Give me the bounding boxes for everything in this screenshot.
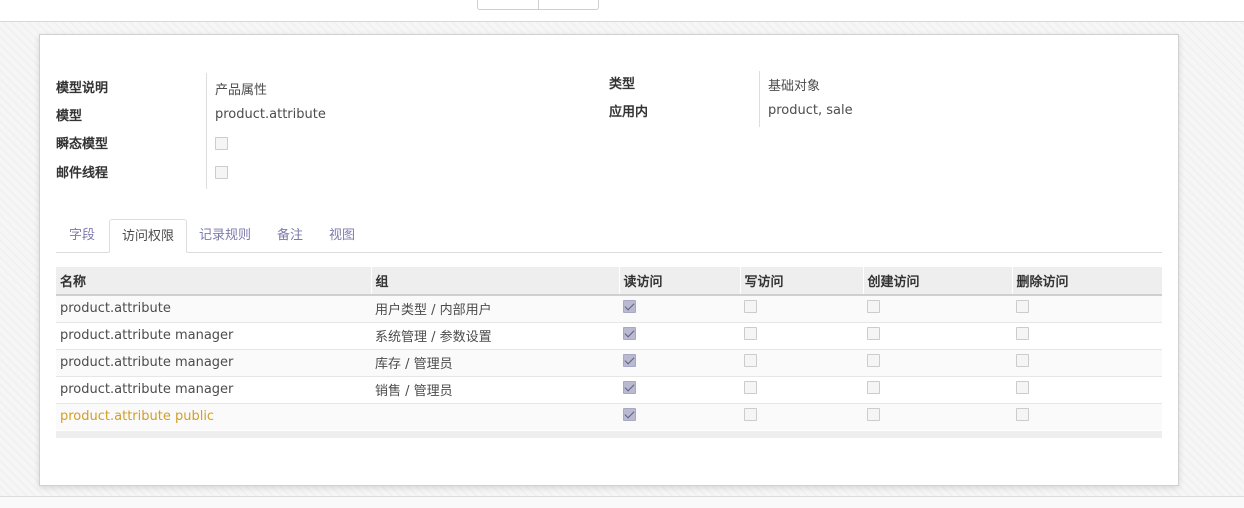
access-group-cell: 用户类型 / 内部用户 (371, 294, 619, 322)
read-access-checkbox[interactable] (623, 408, 636, 422)
create-access-checkbox[interactable] (867, 354, 880, 367)
column-header-read[interactable]: 读访问 (618, 267, 740, 296)
access-write-cell (740, 402, 863, 430)
pager-button-group (477, 0, 599, 10)
write-access-checkbox[interactable] (744, 408, 757, 422)
access-name-cell: product.attribute manager (56, 375, 371, 403)
table-row[interactable]: product.attribute 用户类型 / 内部用户 (56, 294, 1162, 322)
access-write-cell (740, 348, 863, 376)
access-write-cell (740, 375, 863, 403)
access-read-cell (619, 348, 740, 376)
access-read-cell (619, 375, 740, 403)
access-name-cell: product.attribute manager (56, 348, 371, 376)
table-row[interactable]: product.attribute manager 库存 / 管理员 (56, 348, 1162, 376)
unlink-access-checkbox[interactable] (1016, 354, 1029, 367)
write-access-checkbox[interactable] (744, 354, 757, 367)
mail-thread-checkbox[interactable] (215, 166, 228, 179)
type-value: 基础对象 (768, 79, 821, 94)
column-header-group[interactable]: 组 (370, 267, 619, 296)
control-panel (0, 0, 1244, 22)
read-access-checkbox[interactable] (623, 381, 636, 394)
read-access-checkbox[interactable] (623, 300, 636, 314)
write-access-checkbox[interactable] (744, 381, 757, 394)
access-create-cell (863, 375, 1012, 403)
type-label: 类型 (609, 77, 636, 92)
table-footer (56, 431, 1162, 438)
in-apps-value: product, sale (768, 103, 853, 118)
access-name-cell: product.attribute public (56, 402, 371, 430)
model-value: product.attribute (215, 107, 326, 122)
model-description-value: 产品属性 (215, 83, 268, 98)
tab-record-rules[interactable]: 记录规则 (187, 219, 263, 253)
access-create-cell (863, 294, 1012, 322)
unlink-access-checkbox[interactable] (1016, 300, 1029, 314)
access-create-cell (863, 348, 1012, 376)
read-access-checkbox[interactable] (623, 354, 636, 367)
create-access-checkbox[interactable] (867, 300, 880, 314)
next-button[interactable] (539, 0, 599, 9)
group-divider (759, 71, 760, 127)
table-row[interactable]: product.attribute manager 系统管理 / 参数设置 (56, 321, 1162, 349)
table-row[interactable]: product.attribute public (56, 402, 1162, 430)
left-field-group: 模型说明 产品属性 模型 product.attribute 瞬态模型 邮件线程 (56, 73, 596, 193)
access-unlink-cell (1012, 321, 1162, 349)
access-create-cell (863, 402, 1012, 430)
column-header-delete[interactable]: 删除访问 (1011, 267, 1162, 296)
tab-notes[interactable]: 备注 (265, 219, 315, 253)
access-read-cell (619, 321, 740, 349)
read-access-checkbox[interactable] (623, 327, 636, 340)
write-access-checkbox[interactable] (744, 327, 757, 340)
column-header-create[interactable]: 创建访问 (862, 267, 1012, 296)
access-unlink-cell (1012, 402, 1162, 430)
access-unlink-cell (1012, 294, 1162, 322)
access-read-cell (619, 402, 740, 430)
create-access-checkbox[interactable] (867, 408, 880, 422)
access-unlink-cell (1012, 348, 1162, 376)
tab-access-rights[interactable]: 访问权限 (109, 219, 188, 253)
in-apps-label: 应用内 (609, 105, 649, 120)
model-label: 模型 (56, 109, 83, 124)
previous-button[interactable] (478, 0, 539, 9)
access-write-cell (740, 294, 863, 322)
access-write-cell (740, 321, 863, 349)
unlink-access-checkbox[interactable] (1016, 327, 1029, 340)
access-name-cell: product.attribute manager (56, 321, 371, 349)
access-name-cell: product.attribute (56, 294, 371, 322)
divider (0, 496, 1244, 497)
mail-thread-label: 邮件线程 (56, 166, 109, 181)
access-group-cell (371, 402, 619, 430)
access-create-cell (863, 321, 1012, 349)
tab-views[interactable]: 视图 (317, 219, 367, 253)
transient-model-label: 瞬态模型 (56, 137, 109, 152)
access-group-cell: 库存 / 管理员 (371, 348, 619, 376)
write-access-checkbox[interactable] (744, 300, 757, 314)
create-access-checkbox[interactable] (867, 381, 880, 394)
notebook-tabs: 字段 访问权限 记录规则 备注 视图 (56, 219, 1162, 253)
table-row[interactable]: product.attribute manager 销售 / 管理员 (56, 375, 1162, 403)
group-divider (206, 73, 207, 189)
transient-model-checkbox[interactable] (215, 137, 228, 150)
model-description-label: 模型说明 (56, 81, 109, 96)
table-header-row: 名称 组 读访问 写访问 创建访问 删除访问 (56, 267, 1162, 296)
form-sheet: 模型说明 产品属性 模型 product.attribute 瞬态模型 邮件线程… (39, 34, 1179, 486)
tab-fields[interactable]: 字段 (57, 219, 107, 253)
column-header-name[interactable]: 名称 (56, 267, 371, 296)
access-rights-table: 名称 组 读访问 写访问 创建访问 删除访问 product.attribute… (56, 267, 1162, 430)
unlink-access-checkbox[interactable] (1016, 408, 1029, 422)
create-access-checkbox[interactable] (867, 327, 880, 340)
access-group-cell: 销售 / 管理员 (371, 375, 619, 403)
access-unlink-cell (1012, 375, 1162, 403)
right-field-group: 类型 基础对象 应用内 product, sale (609, 71, 1149, 131)
access-group-cell: 系统管理 / 参数设置 (371, 321, 619, 349)
column-header-write[interactable]: 写访问 (739, 267, 863, 296)
access-read-cell (619, 294, 740, 322)
unlink-access-checkbox[interactable] (1016, 381, 1029, 394)
